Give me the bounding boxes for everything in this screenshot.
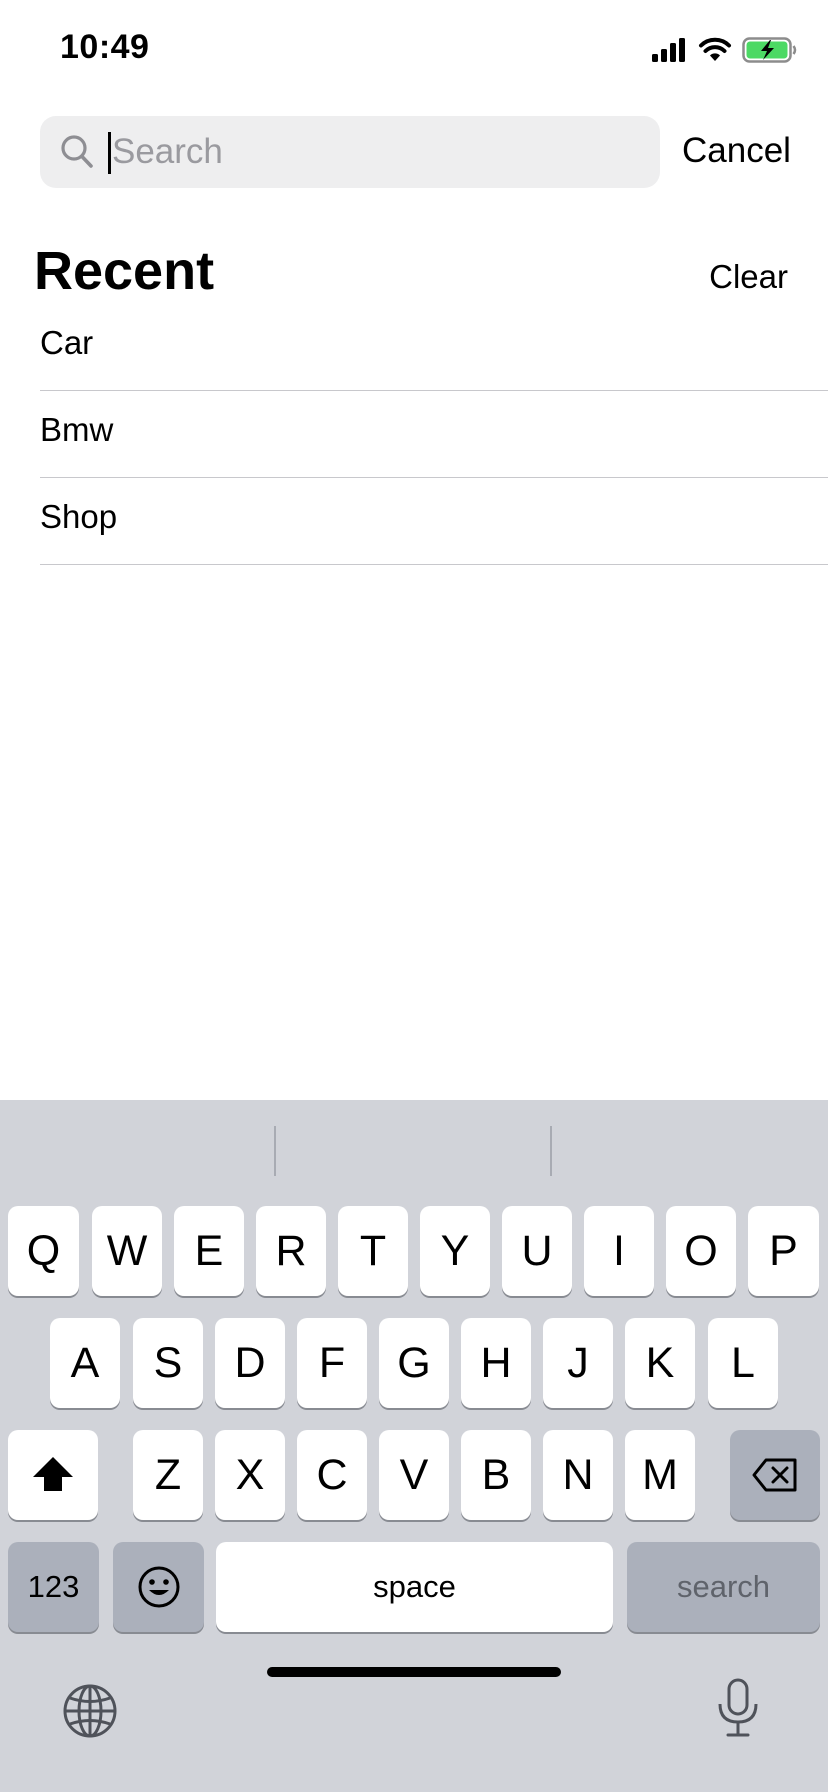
key-u[interactable]: U <box>502 1206 572 1296</box>
microphone-icon[interactable] <box>716 1678 760 1738</box>
key-w[interactable]: W <box>92 1206 162 1296</box>
key-z[interactable]: Z <box>133 1430 203 1520</box>
key-h[interactable]: H <box>461 1318 531 1408</box>
clear-recent-button[interactable]: Clear <box>709 258 788 296</box>
key-r[interactable]: R <box>256 1206 326 1296</box>
recent-item-shop[interactable]: Shop <box>40 478 828 565</box>
key-g[interactable]: G <box>379 1318 449 1408</box>
key-v[interactable]: V <box>379 1430 449 1520</box>
key-d[interactable]: D <box>215 1318 285 1408</box>
key-x[interactable]: X <box>215 1430 285 1520</box>
globe-icon[interactable] <box>62 1683 118 1739</box>
key-k[interactable]: K <box>625 1318 695 1408</box>
space-key[interactable]: space <box>216 1542 613 1632</box>
shift-key[interactable] <box>8 1430 98 1520</box>
key-m[interactable]: M <box>625 1430 695 1520</box>
delete-icon <box>752 1458 797 1492</box>
key-j[interactable]: J <box>543 1318 613 1408</box>
status-icons <box>652 36 798 64</box>
key-b[interactable]: B <box>461 1430 531 1520</box>
cancel-button[interactable]: Cancel <box>682 126 791 176</box>
home-indicator[interactable] <box>267 1667 561 1677</box>
prediction-bar <box>0 1100 828 1200</box>
key-q[interactable]: Q <box>8 1206 79 1296</box>
key-p[interactable]: P <box>748 1206 819 1296</box>
key-c[interactable]: C <box>297 1430 367 1520</box>
wifi-icon <box>699 37 731 61</box>
key-t[interactable]: T <box>338 1206 408 1296</box>
prediction-divider <box>550 1126 552 1176</box>
key-e[interactable]: E <box>174 1206 244 1296</box>
key-a[interactable]: A <box>50 1318 120 1408</box>
key-y[interactable]: Y <box>420 1206 490 1296</box>
recent-item-car[interactable]: Car <box>40 304 828 391</box>
battery-charging-icon <box>742 37 797 63</box>
search-input[interactable] <box>112 116 642 188</box>
emoji-key[interactable] <box>113 1542 204 1632</box>
recent-item-label: Car <box>40 324 94 361</box>
emoji-icon <box>138 1566 179 1608</box>
text-cursor <box>108 132 111 174</box>
recent-list: Car Bmw Shop <box>40 304 828 565</box>
recent-item-label: Shop <box>40 498 118 535</box>
key-l[interactable]: L <box>708 1318 778 1408</box>
search-key[interactable]: search <box>627 1542 820 1632</box>
recent-item-label: Bmw <box>40 411 114 448</box>
key-f[interactable]: F <box>297 1318 367 1408</box>
key-n[interactable]: N <box>543 1430 613 1520</box>
keyboard: Q W E R T Y U I O P A S D F G H J K L Z … <box>0 1100 828 1792</box>
key-s[interactable]: S <box>133 1318 203 1408</box>
delete-key[interactable] <box>730 1430 820 1520</box>
key-i[interactable]: I <box>584 1206 654 1296</box>
status-time: 10:49 <box>60 28 150 66</box>
recent-heading: Recent <box>34 241 215 301</box>
prediction-divider <box>274 1126 276 1176</box>
cellular-signal-icon <box>652 38 685 62</box>
key-o[interactable]: O <box>666 1206 736 1296</box>
numbers-key[interactable]: 123 <box>8 1542 99 1632</box>
shift-icon <box>33 1457 73 1491</box>
search-icon <box>61 135 93 168</box>
recent-item-bmw[interactable]: Bmw <box>40 391 828 478</box>
search-bar[interactable] <box>40 116 660 188</box>
